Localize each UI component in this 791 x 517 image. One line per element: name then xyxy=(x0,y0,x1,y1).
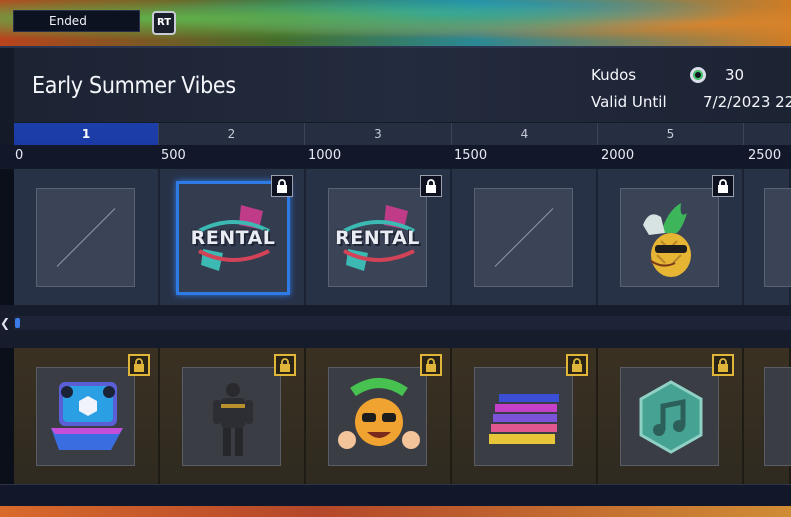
lock-icon xyxy=(420,175,442,197)
kudos-icon xyxy=(690,67,706,83)
reward-tile-empty[interactable] xyxy=(474,188,573,287)
tier-tab-1[interactable]: 1 xyxy=(14,123,159,145)
background-art-bottom xyxy=(0,506,791,517)
reward-cell[interactable]: RENTAL xyxy=(160,169,306,305)
rental-logo-icon: RENTAL xyxy=(189,203,277,273)
rental-logo-text: RENTAL xyxy=(335,226,420,249)
points-mark: 500 xyxy=(161,148,186,163)
reward-cell[interactable] xyxy=(14,169,160,305)
gold-lock-icon xyxy=(128,354,150,376)
progress-track[interactable] xyxy=(14,316,791,330)
pass-title: Early Summer Vibes xyxy=(32,73,236,99)
reward-tile[interactable] xyxy=(620,188,719,287)
reward-cell[interactable] xyxy=(598,169,744,305)
row-edge xyxy=(0,169,14,305)
reward-tile-empty[interactable] xyxy=(36,188,135,287)
reward-tile[interactable] xyxy=(620,367,719,466)
tier-tab-3[interactable]: 3 xyxy=(305,123,452,145)
reward-cell-partial[interactable] xyxy=(744,169,791,305)
reward-cell[interactable] xyxy=(306,348,452,484)
reward-tile[interactable] xyxy=(328,367,427,466)
lock-icon xyxy=(271,175,293,197)
music-hexagon-icon xyxy=(639,380,703,454)
tier-tab-4[interactable]: 4 xyxy=(452,123,598,145)
reward-tile-selected[interactable]: RENTAL xyxy=(176,175,293,295)
pass-header: Early Summer Vibes Kudos 30 Valid Until … xyxy=(14,48,791,122)
empty-slot-icon xyxy=(56,208,116,267)
kudos-value: 30 xyxy=(725,66,745,84)
maximum-sticker-icon xyxy=(338,378,420,449)
points-mark: 1000 xyxy=(308,148,342,163)
reward-tile[interactable] xyxy=(36,367,135,466)
points-mark: 2000 xyxy=(601,148,635,163)
lock-icon xyxy=(712,175,734,197)
reward-cell[interactable] xyxy=(598,348,744,484)
rental-logo-text: RENTAL xyxy=(190,227,276,249)
reward-cell[interactable] xyxy=(452,169,598,305)
status-badge: Ended xyxy=(13,10,140,32)
gold-lock-icon xyxy=(566,354,588,376)
premium-reward-row xyxy=(14,348,791,484)
scroll-left-icon[interactable]: ❮ xyxy=(0,316,10,330)
empty-slot-icon xyxy=(494,208,554,267)
reward-cell[interactable]: RENTAL xyxy=(306,169,452,305)
reward-tile[interactable] xyxy=(182,367,281,466)
tier-tab-5[interactable]: 5 xyxy=(598,123,744,145)
laptop-icon xyxy=(51,382,123,450)
reward-cell[interactable] xyxy=(160,348,306,484)
tier-tabs: 1 2 3 4 5 xyxy=(14,123,791,145)
valid-until-label: Valid Until xyxy=(591,93,667,111)
reward-cell[interactable] xyxy=(14,348,160,484)
tier-tab-2[interactable]: 2 xyxy=(159,123,305,145)
color-swatches-icon xyxy=(489,394,559,444)
gold-lock-icon xyxy=(274,354,296,376)
row-edge xyxy=(0,348,14,484)
free-reward-row: RENTAL RENTAL xyxy=(14,169,791,305)
points-mark: 1500 xyxy=(454,148,488,163)
points-scale: 0 500 1000 1500 2000 2500 xyxy=(0,145,791,167)
reward-cell-partial[interactable] xyxy=(744,348,791,484)
status-label: Ended xyxy=(49,14,87,28)
pineapple-sticker-icon xyxy=(643,203,691,277)
points-mark: 0 xyxy=(15,148,24,163)
rental-logo-icon: RENTAL xyxy=(334,203,422,273)
reward-tile[interactable] xyxy=(474,367,573,466)
reward-tile[interactable]: RENTAL xyxy=(328,188,427,287)
gold-lock-icon xyxy=(420,354,442,376)
reward-tile[interactable] xyxy=(764,188,791,287)
avatar-outfit-icon xyxy=(213,383,253,456)
points-mark: 2500 xyxy=(748,148,782,163)
reward-tile[interactable] xyxy=(764,367,791,466)
fighting-pass-panel: Early Summer Vibes Kudos 30 Valid Until … xyxy=(0,46,791,508)
progress-thumb[interactable] xyxy=(15,318,20,328)
panel-footer xyxy=(0,484,791,508)
gold-lock-icon xyxy=(712,354,734,376)
reward-cell[interactable] xyxy=(452,348,598,484)
rt-button-prompt[interactable]: RT xyxy=(152,11,176,35)
valid-until-value: 7/2/2023 22: xyxy=(703,93,791,111)
kudos-label: Kudos xyxy=(591,66,637,84)
